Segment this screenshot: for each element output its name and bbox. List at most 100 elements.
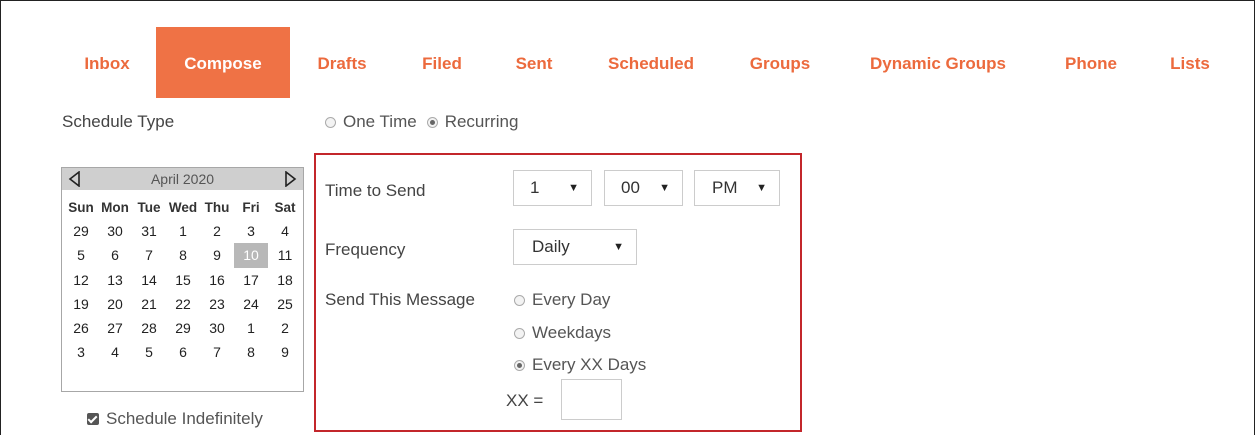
- calendar-day[interactable]: 21: [132, 292, 166, 316]
- calendar-day[interactable]: 30: [200, 316, 234, 340]
- tab-sent[interactable]: Sent: [502, 27, 566, 98]
- weekday-label: Sat: [274, 200, 296, 215]
- one-time-label: One Time: [343, 112, 417, 131]
- weekdays-label: Weekdays: [532, 323, 612, 342]
- schedule-indefinitely-checkbox[interactable]: [87, 413, 99, 425]
- calendar-day[interactable]: 29: [166, 316, 200, 340]
- date-picker-calendar: April 2020 Sun Mon Tue Wed Thu Fri Sat 2…: [61, 167, 304, 392]
- calendar-day[interactable]: 18: [268, 268, 302, 292]
- frequency-value: Daily: [532, 237, 570, 256]
- every-xx-days-radio[interactable]: [514, 359, 525, 371]
- prev-month-icon[interactable]: [68, 171, 82, 187]
- calendar-day[interactable]: 8: [234, 340, 268, 364]
- calendar-day[interactable]: 6: [98, 243, 132, 267]
- calendar-day[interactable]: 1: [234, 316, 268, 340]
- send-option-every-xx-days: Every XX Days: [514, 355, 646, 375]
- calendar-day[interactable]: 22: [166, 292, 200, 316]
- xx-days-input[interactable]: [561, 379, 622, 420]
- recurring-label: Recurring: [444, 112, 519, 131]
- chevron-down-icon: ▼: [659, 182, 670, 194]
- calendar-day[interactable]: 26: [64, 316, 98, 340]
- tab-groups[interactable]: Groups: [737, 27, 823, 98]
- calendar-day[interactable]: 10: [234, 243, 268, 268]
- chevron-down-icon: ▼: [756, 182, 767, 194]
- minute-select[interactable]: 00 ▼: [604, 170, 683, 206]
- calendar-day[interactable]: 30: [98, 219, 132, 243]
- calendar-day[interactable]: 12: [64, 268, 98, 292]
- calendar-day[interactable]: 4: [268, 219, 302, 243]
- calendar-day[interactable]: 5: [132, 340, 166, 364]
- send-this-message-label: Send This Message: [325, 290, 475, 309]
- ampm-value: PM: [712, 178, 738, 197]
- tab-drafts[interactable]: Drafts: [307, 27, 377, 98]
- ampm-select[interactable]: PM ▼: [694, 170, 780, 206]
- calendar-day[interactable]: 3: [64, 340, 98, 364]
- send-option-weekdays: Weekdays: [514, 323, 611, 343]
- schedule-type-label: Schedule Type: [62, 112, 175, 131]
- calendar-week-row: 12 13 14 15 16 17 18: [64, 268, 302, 292]
- calendar-day[interactable]: 7: [132, 243, 166, 267]
- calendar-weekday-row: Sun Mon Tue Wed Thu Fri Sat: [64, 198, 302, 219]
- tab-lists[interactable]: Lists: [1158, 27, 1222, 98]
- one-time-radio[interactable]: [325, 116, 336, 128]
- calendar-day[interactable]: 15: [166, 268, 200, 292]
- calendar-day[interactable]: 4: [98, 340, 132, 364]
- calendar-day[interactable]: 29: [64, 219, 98, 243]
- recurring-radio[interactable]: [426, 116, 438, 128]
- calendar-grid: Sun Mon Tue Wed Thu Fri Sat 29 30 31 1 2 3 4 5 6…: [64, 198, 302, 365]
- calendar-day[interactable]: 1: [166, 219, 200, 243]
- calendar-day[interactable]: 24: [234, 292, 268, 316]
- weekday-label: Sun: [68, 200, 94, 215]
- calendar-day[interactable]: 6: [166, 340, 200, 364]
- minute-value: 00: [621, 178, 640, 197]
- calendar-day[interactable]: 3: [234, 219, 268, 243]
- calendar-day[interactable]: 23: [200, 292, 234, 316]
- weekday-label: Fri: [242, 200, 260, 215]
- calendar-day[interactable]: 14: [132, 268, 166, 292]
- schedule-indefinitely-label: Schedule Indefinitely: [106, 409, 263, 428]
- every-xx-days-label: Every XX Days: [532, 355, 647, 374]
- chevron-down-icon: ▼: [568, 182, 579, 194]
- calendar-day[interactable]: 9: [200, 243, 234, 267]
- calendar-week-row: 3456789: [64, 340, 302, 364]
- calendar-day[interactable]: 16: [200, 268, 234, 292]
- hour-value: 1: [530, 178, 540, 197]
- calendar-day[interactable]: 19: [64, 292, 98, 316]
- tab-filed[interactable]: Filed: [410, 27, 474, 98]
- calendar-week-row: 29 30 31 1 2 3 4: [64, 219, 302, 243]
- calendar-day[interactable]: 17: [234, 268, 268, 292]
- tab-scheduled[interactable]: Scheduled: [593, 27, 709, 98]
- every-day-radio[interactable]: [514, 294, 525, 306]
- calendar-day[interactable]: 27: [98, 316, 132, 340]
- calendar-day[interactable]: 25: [268, 292, 302, 316]
- hour-select[interactable]: 1 ▼: [513, 170, 592, 206]
- calendar-day[interactable]: 7: [200, 340, 234, 364]
- calendar-week-row: 5 6 7 8 9 10 11: [64, 243, 302, 268]
- calendar-day[interactable]: 28: [132, 316, 166, 340]
- tab-phone[interactable]: Phone: [1052, 27, 1130, 98]
- every-day-label: Every Day: [532, 290, 611, 309]
- calendar-day[interactable]: 20: [98, 292, 132, 316]
- calendar-day[interactable]: 11: [268, 243, 302, 267]
- calendar-header: April 2020: [62, 168, 303, 190]
- weekdays-radio[interactable]: [514, 327, 525, 339]
- calendar-day[interactable]: 2: [268, 316, 302, 340]
- frequency-label: Frequency: [325, 240, 406, 259]
- calendar-day[interactable]: 2: [200, 219, 234, 243]
- frequency-select[interactable]: Daily ▼: [513, 229, 637, 265]
- weekday-label: Wed: [168, 200, 198, 215]
- time-to-send-label: Time to Send: [325, 181, 426, 200]
- tab-inbox[interactable]: Inbox: [72, 27, 142, 98]
- next-month-icon[interactable]: [283, 171, 297, 187]
- calendar-day[interactable]: 13: [98, 268, 132, 292]
- calendar-month-label: April 2020: [150, 171, 215, 187]
- tab-dynamic-groups[interactable]: Dynamic Groups: [852, 27, 1024, 98]
- calendar-day[interactable]: 31: [132, 219, 166, 243]
- schedule-type-options: One Time Recurring: [325, 112, 518, 132]
- xx-label: XX =: [506, 391, 544, 410]
- calendar-day[interactable]: 8: [166, 243, 200, 267]
- calendar-day[interactable]: 9: [268, 340, 302, 364]
- weekday-label: Tue: [137, 200, 161, 215]
- tab-compose[interactable]: Compose: [156, 27, 290, 98]
- calendar-day[interactable]: 5: [64, 243, 98, 267]
